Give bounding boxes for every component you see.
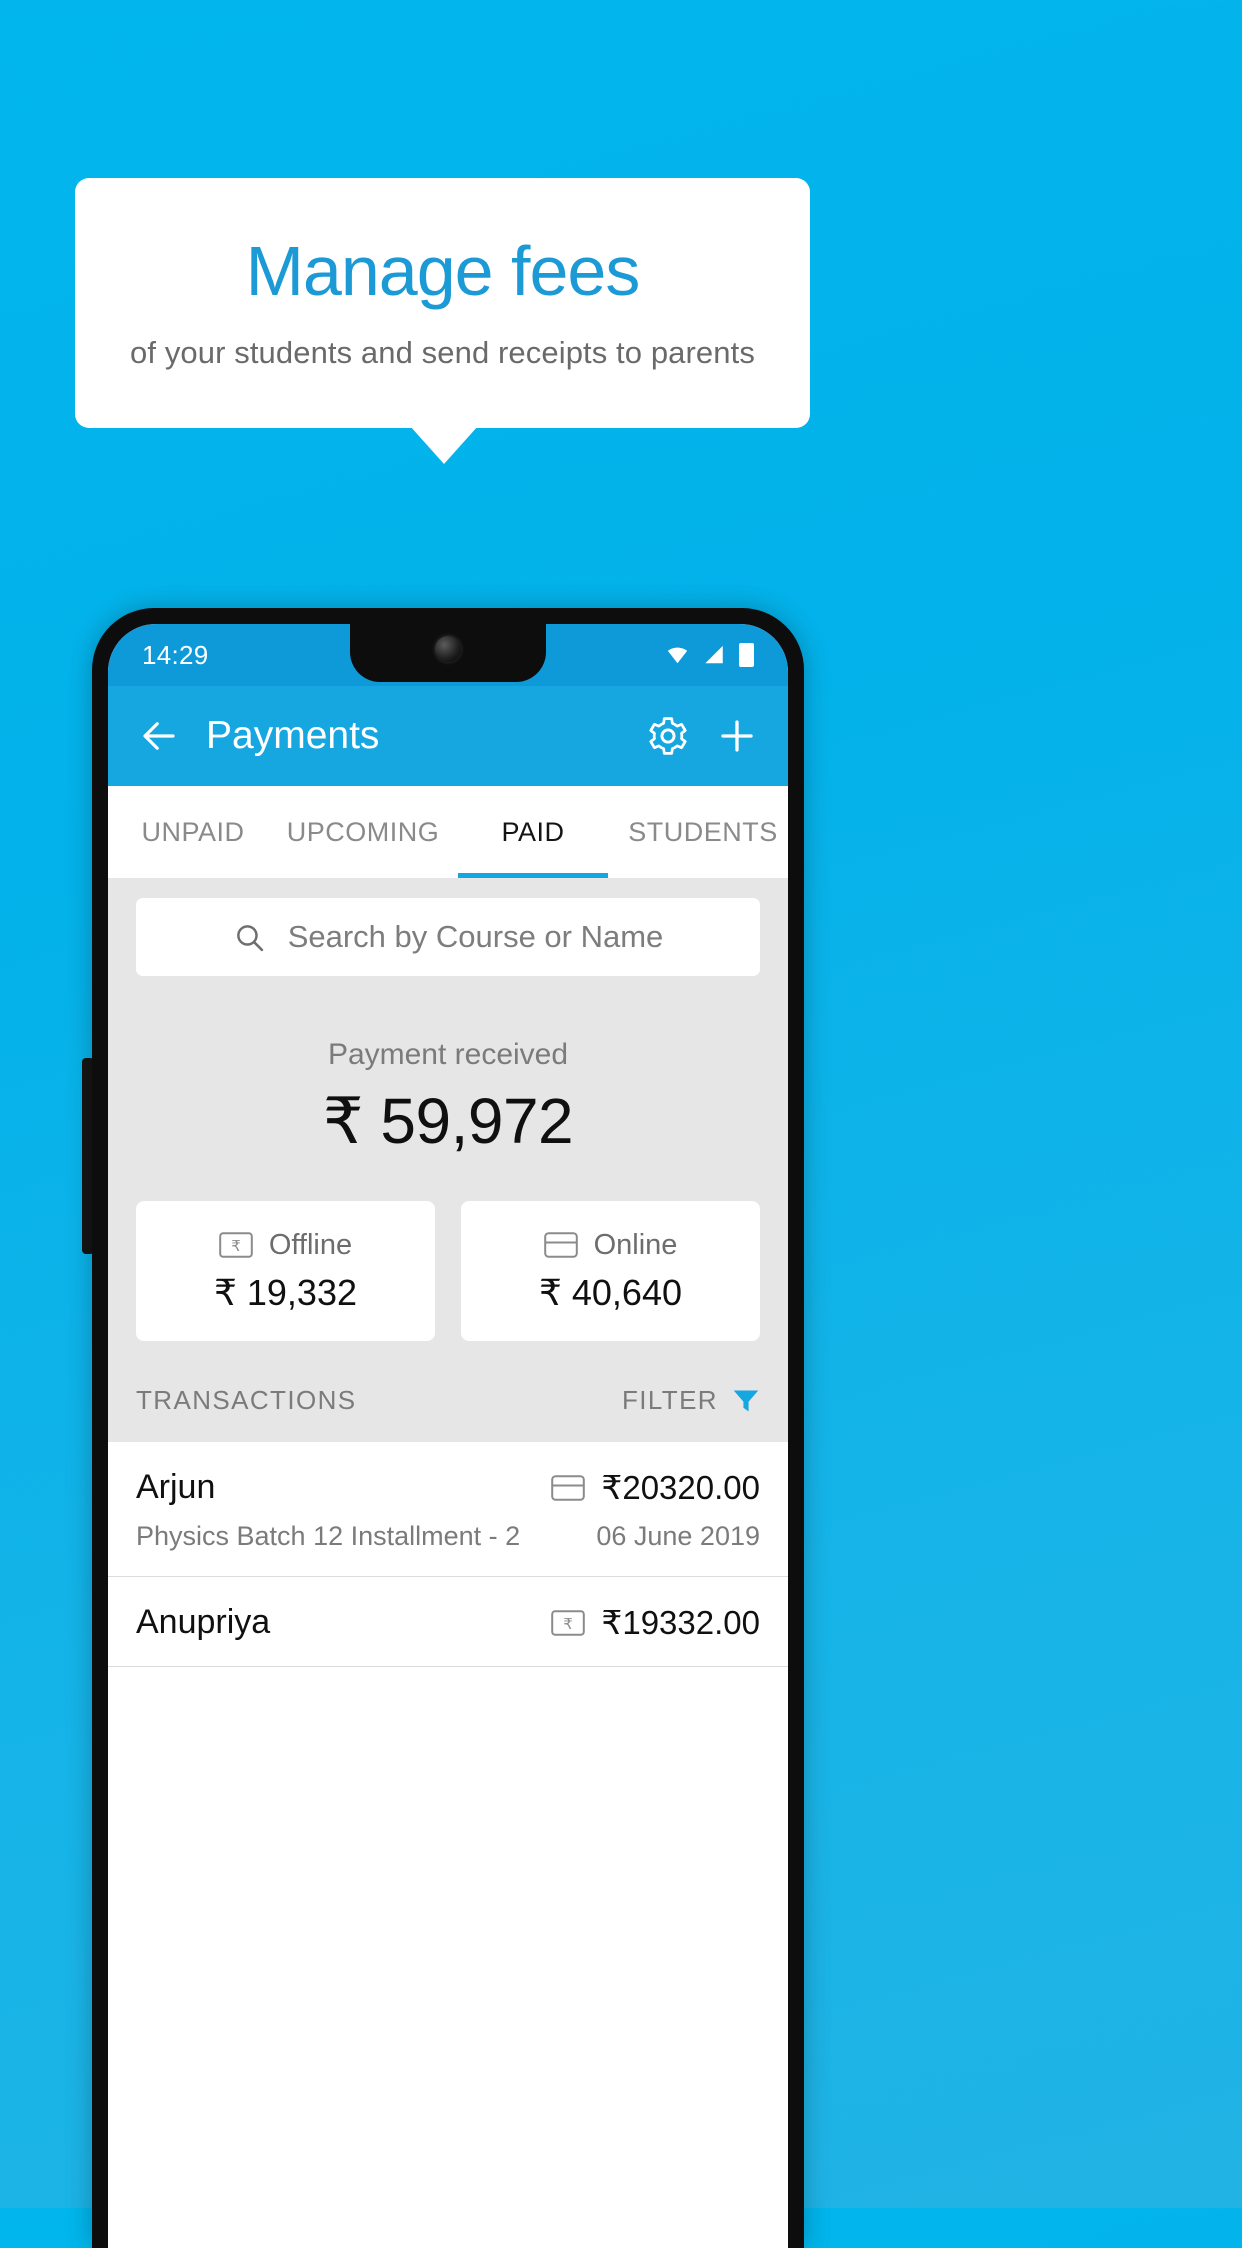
offline-card-label: Offline <box>268 1228 353 1261</box>
transaction-amount: ₹19332.00 <box>601 1604 760 1641</box>
transaction-date: 06 June 2019 <box>596 1521 760 1551</box>
offline-card-amount: ₹ 19,332 <box>213 1271 357 1313</box>
summary-amount: ₹ 59,972 <box>322 1085 574 1157</box>
search-icon <box>236 924 263 951</box>
transaction-name: Arjun <box>136 1468 216 1506</box>
transaction-top: Arjun ₹20320.00 <box>136 1468 760 1507</box>
plus-icon[interactable] <box>716 715 758 757</box>
table-row[interactable]: Anupriya ₹ ₹19332.00 <box>108 1577 788 1667</box>
phone-notch <box>350 624 546 682</box>
online-card-head: Online <box>543 1228 678 1262</box>
status-icons <box>665 643 754 667</box>
content-sheet: Search by Course or Name Payment receive… <box>108 878 788 1442</box>
filter-button[interactable]: FILTER <box>622 1385 760 1416</box>
search-placeholder: Search by Course or Name <box>287 919 664 954</box>
search-input[interactable]: Search by Course or Name <box>136 898 760 976</box>
app-bar: Payments <box>108 686 788 786</box>
front-camera <box>435 636 461 662</box>
svg-text:₹: ₹ <box>231 1238 241 1255</box>
phone-screen: 14:29 Payments UNPAID UPCOMING PAID STUD… <box>108 624 788 2248</box>
promo-callout: Manage fees of your students and send re… <box>75 178 810 428</box>
battery-icon <box>739 643 754 667</box>
back-arrow-icon[interactable] <box>138 715 180 757</box>
tab-paid[interactable]: PAID <box>448 786 618 878</box>
transaction-amount-group: ₹ ₹19332.00 <box>551 1603 760 1642</box>
payment-summary: Payment received ₹ 59,972 <box>108 976 788 1159</box>
search-container: Search by Course or Name <box>108 878 788 976</box>
filter-label: FILTER <box>621 1385 718 1415</box>
page-title: Payments <box>206 714 380 757</box>
tab-upcoming[interactable]: UPCOMING <box>278 786 448 878</box>
transaction-bottom: Physics Batch 12 Installment - 2 06 June… <box>136 1521 760 1552</box>
promo-callout-tail <box>410 426 478 464</box>
transaction-amount: ₹20320.00 <box>601 1469 760 1506</box>
tab-bar: UNPAID UPCOMING PAID STUDENTS <box>108 786 788 878</box>
gear-icon[interactable] <box>646 714 690 758</box>
transactions-header: TRANSACTIONS FILTER <box>108 1341 788 1442</box>
rupee-note-icon: ₹ <box>219 1232 253 1258</box>
transaction-name: Anupriya <box>136 1603 271 1641</box>
transactions-label: TRANSACTIONS <box>136 1385 357 1415</box>
offline-card[interactable]: ₹ Offline ₹ 19,332 <box>136 1201 435 1341</box>
method-cards: ₹ Offline ₹ 19,332 Online ₹ 40,640 <box>108 1159 788 1341</box>
phone-frame: 14:29 Payments UNPAID UPCOMING PAID STUD… <box>92 608 804 2248</box>
online-card[interactable]: Online ₹ 40,640 <box>461 1201 760 1341</box>
filter-funnel-icon <box>733 1390 759 1411</box>
credit-card-icon <box>551 1474 586 1501</box>
promo-title: Manage fees <box>245 232 641 311</box>
credit-card-icon <box>543 1232 578 1258</box>
transaction-description: Physics Batch 12 Installment - 2 <box>136 1521 521 1551</box>
transaction-amount-group: ₹20320.00 <box>551 1468 760 1507</box>
transaction-top: Anupriya ₹ ₹19332.00 <box>136 1603 760 1642</box>
svg-text:₹: ₹ <box>564 1616 574 1633</box>
online-card-amount: ₹ 40,640 <box>538 1271 682 1313</box>
online-card-label: Online <box>593 1228 678 1261</box>
tab-students[interactable]: STUDENTS <box>618 786 788 878</box>
status-time: 14:29 <box>142 639 209 670</box>
signal-icon <box>705 645 723 664</box>
rupee-note-icon: ₹ <box>551 1609 586 1636</box>
transactions-list: Arjun ₹20320.00 Physics Batch 12 Install… <box>108 1442 788 1667</box>
wifi-icon <box>667 647 688 664</box>
table-row[interactable]: Arjun ₹20320.00 Physics Batch 12 Install… <box>108 1442 788 1577</box>
promo-subtitle: of your students and send receipts to pa… <box>130 334 755 370</box>
summary-label: Payment received <box>327 1038 569 1071</box>
tab-unpaid[interactable]: UNPAID <box>108 786 278 878</box>
offline-card-head: ₹ Offline <box>219 1229 352 1262</box>
status-bar: 14:29 <box>108 624 788 686</box>
